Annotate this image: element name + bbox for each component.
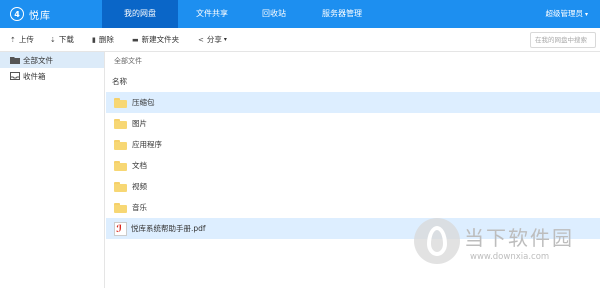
upload-icon: ⇡ — [10, 36, 16, 44]
folder-icon — [114, 118, 127, 129]
download-label: 下载 — [58, 35, 74, 44]
nav-server-admin[interactable]: 服务器管理 — [302, 0, 382, 28]
upload-button[interactable]: ⇡ 上传 — [10, 28, 34, 52]
sidebar-item-label: 全部文件 — [23, 55, 53, 65]
file-row[interactable]: 文档 — [106, 155, 600, 176]
file-name: 应用程序 — [132, 140, 162, 149]
sidebar-item-label: 收件箱 — [23, 71, 46, 81]
file-name: 文档 — [132, 161, 147, 170]
share-icon: < — [198, 36, 204, 44]
share-label: 分享 — [206, 35, 222, 44]
file-row[interactable]: 压缩包 — [106, 92, 600, 113]
download-button[interactable]: ⇣ 下载 — [50, 28, 74, 52]
file-row[interactable]: 图片 — [106, 113, 600, 134]
file-row[interactable]: 视频 — [106, 176, 600, 197]
chevron-down-icon: ▾ — [584, 11, 588, 18]
watermark: 当下软件园 www.downxia.com — [410, 214, 598, 284]
user-menu[interactable]: 超级管理员 ▾ — [545, 0, 588, 28]
delete-button[interactable]: ▮ 删除 — [92, 28, 114, 52]
file-row[interactable]: 应用程序 — [106, 134, 600, 155]
folder-icon — [114, 160, 127, 171]
watermark-url: www.downxia.com — [470, 252, 550, 262]
nav-file-sharing[interactable]: 文件共享 — [178, 0, 246, 28]
sidebar-item-all-files[interactable]: 全部文件 — [0, 52, 104, 68]
folder-icon — [10, 57, 20, 64]
logo-text: 悦库 — [29, 10, 51, 22]
top-nav-bar: 4 悦库 我的网盘 文件共享 回收站 服务器管理 超级管理员 ▾ — [0, 0, 600, 28]
folder-icon — [114, 181, 127, 192]
share-button[interactable]: < 分享 ▾ — [198, 28, 227, 52]
trash-icon: ▮ — [92, 36, 96, 44]
file-name: 图片 — [132, 119, 147, 128]
chevron-down-icon: ▾ — [223, 36, 227, 43]
folder-icon — [114, 139, 127, 150]
sidebar-item-inbox[interactable]: 收件箱 — [0, 68, 104, 84]
file-name: 视频 — [132, 182, 147, 191]
download-icon: ⇣ — [50, 36, 56, 44]
breadcrumb[interactable]: 全部文件 — [114, 56, 142, 66]
nav-recycle-bin[interactable]: 回收站 — [246, 0, 302, 28]
delete-label: 删除 — [98, 35, 114, 44]
pdf-file-icon: ℐ — [114, 221, 127, 236]
nav-my-drive[interactable]: 我的网盘 — [102, 0, 178, 28]
new-folder-icon: ▬ — [132, 36, 139, 44]
new-folder-button[interactable]: ▬ 新建文件夹 — [132, 28, 179, 52]
user-name: 超级管理员 — [545, 9, 583, 18]
file-name: 音乐 — [132, 203, 147, 212]
folder-icon — [114, 202, 127, 213]
toolbar: ⇡ 上传 ⇣ 下载 ▮ 删除 ▬ 新建文件夹 < 分享 ▾ — [0, 28, 600, 52]
folder-icon — [114, 97, 127, 108]
inbox-icon — [10, 72, 20, 80]
file-name: 压缩包 — [132, 98, 155, 107]
column-header-name[interactable]: 名称 — [112, 76, 127, 87]
upload-label: 上传 — [18, 35, 34, 44]
watermark-drop-icon — [427, 226, 447, 256]
file-name: 悦库系统帮助手册.pdf — [131, 224, 206, 233]
sidebar: 全部文件 收件箱 — [0, 52, 105, 288]
watermark-title: 当下软件园 — [464, 226, 574, 250]
main-nav: 我的网盘 文件共享 回收站 服务器管理 — [102, 0, 382, 28]
app-logo[interactable]: 4 悦库 — [10, 6, 51, 22]
new-folder-label: 新建文件夹 — [141, 35, 180, 44]
search-input[interactable] — [530, 32, 596, 48]
logo-icon: 4 — [10, 7, 24, 21]
